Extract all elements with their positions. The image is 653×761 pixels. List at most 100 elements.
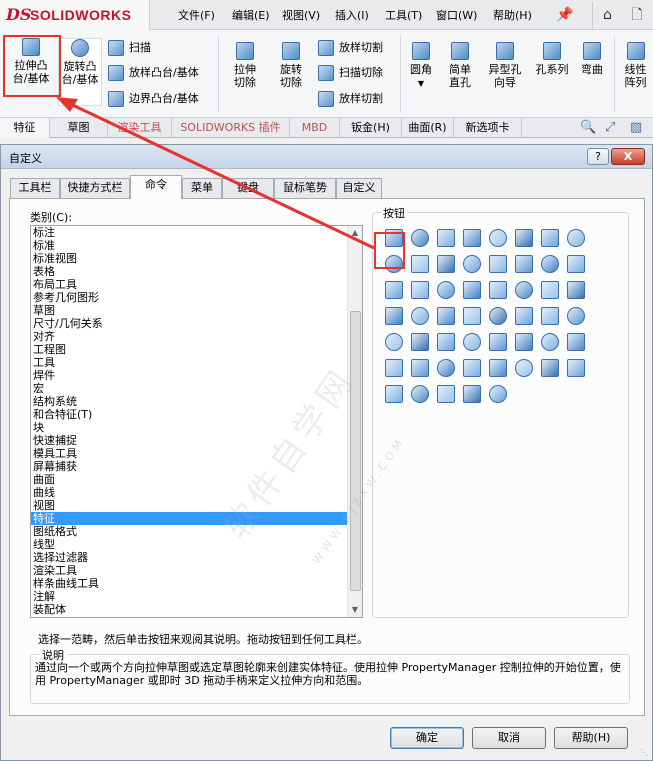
sweep-cut-icon[interactable]	[565, 227, 587, 249]
sketch-pattern-icon[interactable]	[461, 331, 483, 353]
category-scrollbar[interactable]: ▲ ▼	[347, 226, 362, 617]
fillet-dropdown-icon[interactable]: ▼	[418, 79, 424, 88]
delete-face-icon[interactable]	[565, 305, 587, 327]
category-item[interactable]: 屏幕捕获	[31, 460, 362, 473]
sweep-icon[interactable]	[435, 227, 457, 249]
category-item[interactable]: 线型	[31, 538, 362, 551]
tab-render-tools[interactable]: 渲染工具	[108, 118, 172, 138]
tab-customization[interactable]: 自定义	[336, 178, 382, 198]
tab-mbd[interactable]: MBD	[290, 118, 340, 138]
revolve-boss-button[interactable]: 旋转凸台/基体	[58, 38, 102, 106]
boundary-button[interactable]: 边界凸台/基体	[108, 91, 199, 107]
instant3d-icon[interactable]	[461, 357, 483, 379]
loft-icon[interactable]	[461, 227, 483, 249]
weldment-icon[interactable]	[435, 383, 457, 405]
body-delete-icon[interactable]	[539, 357, 561, 379]
revolve-cut-icon[interactable]	[539, 227, 561, 249]
category-item[interactable]: 注解	[31, 590, 362, 603]
box-icon[interactable]	[461, 383, 483, 405]
hole-series-button[interactable]: 孔系列	[530, 42, 574, 76]
menu-view[interactable]: 视图(V)	[282, 7, 320, 23]
category-item[interactable]: 标注	[31, 226, 362, 239]
tab-sheet-metal[interactable]: 钣金(H)	[340, 118, 402, 138]
category-item[interactable]: 布局工具	[31, 278, 362, 291]
scroll-thumb[interactable]	[350, 311, 361, 591]
dome-icon[interactable]	[383, 279, 405, 301]
category-item[interactable]: 工程图	[31, 343, 362, 356]
combine-icon[interactable]	[487, 305, 509, 327]
ok-button[interactable]: 确定	[390, 727, 464, 749]
library-icon[interactable]	[383, 357, 405, 379]
intersect-icon[interactable]	[513, 305, 535, 327]
fillet-icon[interactable]	[435, 253, 457, 275]
tab-keyboard[interactable]: 键盘	[222, 178, 274, 198]
flex-button[interactable]: 弯曲	[576, 42, 608, 76]
chamfer-icon[interactable]	[461, 253, 483, 275]
category-item[interactable]: 标准视图	[31, 252, 362, 265]
mirror-icon[interactable]	[409, 279, 431, 301]
menu-edit[interactable]: 编辑(E)	[232, 7, 270, 23]
category-item[interactable]: 图纸格式	[31, 525, 362, 538]
category-item[interactable]: 表格	[31, 265, 362, 278]
zoom-fit-icon[interactable]: ⤢	[605, 120, 615, 135]
tab-menus[interactable]: 菜单	[182, 178, 222, 198]
cut-list-icon[interactable]	[409, 383, 431, 405]
pin-icon[interactable]: 📌	[552, 2, 578, 28]
new-document-icon[interactable]: 🗋	[624, 2, 650, 28]
tab-new[interactable]: 新选项卡	[454, 118, 522, 138]
surface-cut-icon[interactable]	[513, 357, 535, 379]
tab-sketch[interactable]: 草图	[50, 118, 108, 138]
category-item[interactable]: 样条曲线工具	[31, 577, 362, 590]
rib-icon[interactable]	[487, 253, 509, 275]
category-item[interactable]: 对齐	[31, 330, 362, 343]
smart-icon[interactable]	[409, 357, 431, 379]
boundary-cut-button[interactable]: 放样切割	[318, 91, 383, 107]
loft-button[interactable]: 放样凸台/基体	[108, 65, 199, 81]
wrap-icon[interactable]	[565, 253, 587, 275]
home-icon[interactable]: ⌂	[592, 2, 622, 28]
category-item[interactable]: 装配体	[31, 603, 362, 616]
menu-window[interactable]: 窗口(W)	[436, 7, 477, 23]
scale-icon[interactable]	[435, 305, 457, 327]
curve-pattern-icon[interactable]	[435, 331, 457, 353]
extrude-cut-button[interactable]: 拉伸切除	[224, 42, 266, 89]
dialog-close-button[interactable]: X	[611, 148, 645, 165]
category-item[interactable]: 工具	[31, 356, 362, 369]
scroll-up-icon[interactable]: ▲	[348, 226, 362, 240]
tab-solidworks-addins[interactable]: SOLIDWORKS 插件	[172, 118, 290, 138]
circular-pattern-icon[interactable]	[409, 331, 431, 353]
category-item[interactable]: 曲面	[31, 473, 362, 486]
tab-mouse-gestures[interactable]: 鼠标笔势	[274, 178, 336, 198]
extrude-cut-icon[interactable]	[513, 227, 535, 249]
category-item[interactable]: 视图	[31, 499, 362, 512]
tab-shortcut-bars[interactable]: 快捷方式栏	[60, 178, 130, 198]
help-button[interactable]: 帮助(H)	[554, 727, 628, 749]
cancel-button[interactable]: 取消	[472, 727, 546, 749]
simple-hole-button[interactable]: 简单直孔	[440, 42, 480, 89]
move-face-icon[interactable]	[539, 305, 561, 327]
category-item[interactable]: 渲染工具	[31, 564, 362, 577]
boundary-cut-icon[interactable]	[409, 253, 431, 275]
table-pattern-icon[interactable]	[487, 331, 509, 353]
category-item[interactable]: 参考几何图形	[31, 291, 362, 304]
tab-commands[interactable]: 命令	[130, 175, 182, 199]
grid-3d-icon[interactable]	[383, 383, 405, 405]
freeform-icon[interactable]	[435, 357, 457, 379]
split-icon[interactable]	[383, 305, 405, 327]
sweep-cut-button[interactable]: 扫描切除	[318, 65, 383, 81]
category-item[interactable]: 标准	[31, 239, 362, 252]
linear-pattern-icon[interactable]	[383, 331, 405, 353]
variable-pattern-icon[interactable]	[539, 331, 561, 353]
resize-grip-icon[interactable]: ⋱	[640, 748, 650, 758]
category-item[interactable]: 特征	[31, 512, 362, 525]
fill-pattern-icon[interactable]	[513, 331, 535, 353]
scroll-down-icon[interactable]: ▼	[348, 603, 362, 617]
category-item[interactable]: 草图	[31, 304, 362, 317]
menu-help[interactable]: 帮助(H)	[493, 7, 532, 23]
mirror-pattern-icon[interactable]	[565, 331, 587, 353]
cavity-icon[interactable]	[409, 305, 431, 327]
hole-wizard-icon[interactable]	[487, 279, 509, 301]
sheet-icon[interactable]	[487, 383, 509, 405]
sweep-button[interactable]: 扫描	[108, 40, 151, 56]
move-copy-icon[interactable]	[487, 357, 509, 379]
